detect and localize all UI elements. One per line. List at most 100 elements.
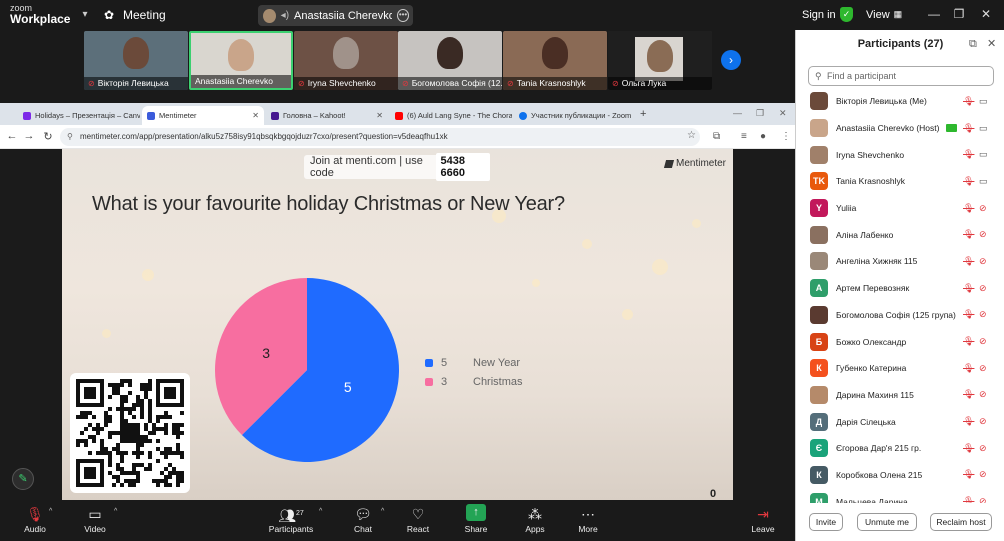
annotate-pen-icon[interactable]: ✎ — [12, 468, 34, 490]
meeting-label: Meeting — [123, 8, 166, 22]
audio-button[interactable]: 🎙︎ Audio — [20, 504, 50, 534]
browser-close-icon[interactable]: ✕ — [779, 108, 787, 119]
video-tile[interactable]: ⊘ Богомолова Софія (12... — [398, 31, 502, 90]
participant-row[interactable]: Д Дарія Сілецька 🎙︎ ⊘ — [796, 408, 1004, 435]
screen-share-indicator[interactable]: ◂) Anastasiia Cherevko's screen ••• — [258, 5, 413, 26]
video-tile[interactable]: ⊘ Iryna Shevchenko — [294, 31, 398, 90]
legend-value: 3 — [441, 375, 448, 388]
shield-icon[interactable]: ✓ — [840, 7, 853, 22]
forward-icon[interactable]: → — [22, 130, 36, 142]
browser-menu-icon[interactable]: ⋮ — [781, 131, 791, 142]
participant-row[interactable]: Б Божко Олександр 🎙︎ ⊘ — [796, 328, 1004, 355]
video-tile[interactable]: ⊘ Ольга Лука — [608, 31, 712, 90]
tab-youtube[interactable]: (6) Auld Lang Syne - The Chora ✕ — [390, 106, 512, 125]
participant-row[interactable]: Y Yuliia 🎙︎ ⊘ — [796, 195, 1004, 222]
bokeh-light — [532, 279, 540, 287]
qr-module — [164, 447, 168, 451]
participant-row[interactable]: Богомолова Софія (125 група) 🎙︎ ⊘ — [796, 302, 1004, 329]
profile-avatar-icon[interactable]: ● — [760, 131, 766, 142]
video-tile[interactable]: ⊘ Tania Krasnoshlyk — [503, 31, 607, 90]
qr-module — [164, 451, 168, 455]
tab-mentimeter[interactable]: Mentimeter ✕ — [142, 106, 264, 125]
close-tab-icon[interactable]: ✕ — [252, 111, 259, 120]
qr-module — [80, 439, 84, 443]
qr-module — [180, 479, 184, 483]
participant-row[interactable]: Є Єгорова Дар'я 215 гр. 🎙︎ ⊘ — [796, 435, 1004, 462]
youtube-icon — [395, 111, 403, 120]
question-title: What is your favourite holiday Christmas… — [92, 193, 565, 215]
chat-button[interactable]: 💬︎ Chat — [348, 504, 378, 534]
unmute-me-button[interactable]: Unmute me — [857, 513, 917, 531]
media-icon[interactable]: ≡ — [741, 131, 747, 142]
leave-button[interactable]: ⇥ Leave — [748, 504, 778, 534]
participant-row[interactable]: Anastasiia Cherevko (Host) 🎙︎ ▭ — [796, 115, 1004, 142]
invite-button[interactable]: Invite — [809, 513, 843, 531]
close-icon[interactable]: ✕ — [978, 6, 994, 22]
qr-module — [136, 403, 140, 407]
qr-module — [76, 439, 80, 443]
tab-canva[interactable]: Holidays – Презентація – Canva ✕ — [18, 106, 140, 125]
bookmark-star-icon[interactable]: ☆ — [687, 130, 696, 141]
qr-module — [152, 423, 156, 427]
apps-button[interactable]: ⁂ Apps — [520, 504, 550, 534]
react-button[interactable]: ♡ React — [403, 504, 433, 534]
share-button[interactable]: ↑ Share — [461, 504, 491, 534]
tab-zoom[interactable]: Участник публикации - Zoom ✕ — [514, 106, 636, 125]
qr-module — [164, 427, 168, 431]
close-tab-icon[interactable]: ✕ — [635, 111, 636, 120]
participant-search-input[interactable]: ⚲ Find a participant — [808, 66, 994, 86]
qr-module — [176, 443, 180, 447]
qr-module — [116, 407, 120, 411]
meeting-info-button[interactable]: ✿ Meeting — [104, 8, 166, 22]
reclaim-host-button[interactable]: Reclaim host — [930, 513, 992, 531]
qr-module — [156, 483, 160, 487]
participant-row[interactable]: Iryna Shevchenko 🎙︎ ▭ — [796, 141, 1004, 168]
tab-kahoot[interactable]: Головна – Kahoot! ✕ — [266, 106, 388, 125]
view-button[interactable]: View ▦ — [866, 9, 902, 21]
pop-out-icon[interactable]: ⧉ — [969, 38, 977, 50]
participant-avatar: Y — [810, 199, 828, 218]
participant-row[interactable]: Вікторія Левицька (Me) 🎙︎ ▭ — [796, 88, 1004, 115]
chevron-down-icon[interactable]: ▾ — [78, 8, 92, 22]
browser-restore-icon[interactable]: ❐ — [756, 108, 764, 119]
more-options-icon[interactable]: ••• — [397, 9, 409, 22]
video-button[interactable]: ▭ Video — [80, 504, 110, 534]
qr-center-logo — [120, 423, 140, 443]
qr-module — [156, 419, 160, 423]
tile-name-bar: ⊘ Ольга Лука — [608, 77, 712, 90]
new-tab-button[interactable]: + — [640, 108, 646, 120]
qr-module — [140, 415, 144, 419]
qr-module — [148, 415, 152, 419]
video-tile-active-speaker[interactable]: Anastasiia Cherevko — [189, 31, 293, 90]
participant-row[interactable]: М Мальцева Дарина 🎙︎ ⊘ — [796, 488, 1004, 503]
qr-module — [144, 395, 148, 399]
reload-icon[interactable]: ↻ — [41, 130, 55, 143]
url-field[interactable]: ⚲ mentimeter.com/app/presentation/alku5z… — [60, 128, 700, 146]
qr-module — [160, 471, 164, 475]
participant-row[interactable]: TK Tania Krasnoshlyk 🎙︎ ▭ — [796, 168, 1004, 195]
participant-row[interactable]: К Губенко Катерина 🎙︎ ⊘ — [796, 355, 1004, 382]
more-button[interactable]: ⋯ More — [573, 504, 603, 534]
close-panel-icon[interactable]: ✕ — [987, 38, 996, 50]
qr-module — [168, 483, 172, 487]
back-icon[interactable]: ← — [5, 130, 19, 142]
minimize-icon[interactable]: — — [926, 6, 942, 22]
tab-strip: Holidays – Презентація – Canva ✕ Mentime… — [0, 103, 795, 125]
qr-module — [100, 451, 104, 455]
close-tab-icon[interactable]: ✕ — [376, 111, 383, 120]
participant-row[interactable]: Ангеліна Хижняк 115 🎙︎ ⊘ — [796, 248, 1004, 275]
next-page-button[interactable]: › — [721, 50, 741, 70]
participant-row[interactable]: А Артем Перевозняк 🎙︎ ⊘ — [796, 275, 1004, 302]
qr-module — [96, 431, 100, 435]
mic-muted-icon: 🎙︎ — [963, 202, 975, 213]
camera-on-icon: ▭ — [979, 149, 988, 160]
restore-icon[interactable]: ❐ — [951, 6, 967, 22]
participant-row[interactable]: Аліна Лабенко 🎙︎ ⊘ — [796, 221, 1004, 248]
participant-row[interactable]: К Коробкова Олена 215 🎙︎ ⊘ — [796, 462, 1004, 489]
extensions-icon[interactable]: ⧉ — [713, 131, 720, 142]
video-tile[interactable]: ⊘ Вікторія Левицька — [84, 31, 188, 90]
participants-button[interactable]: 👥︎27 Participants — [266, 504, 316, 534]
participant-row[interactable]: Дарина Махиня 115 🎙︎ ⊘ — [796, 382, 1004, 409]
sign-in-button[interactable]: Sign in — [802, 9, 836, 21]
browser-minimize-icon[interactable]: — — [733, 108, 742, 118]
